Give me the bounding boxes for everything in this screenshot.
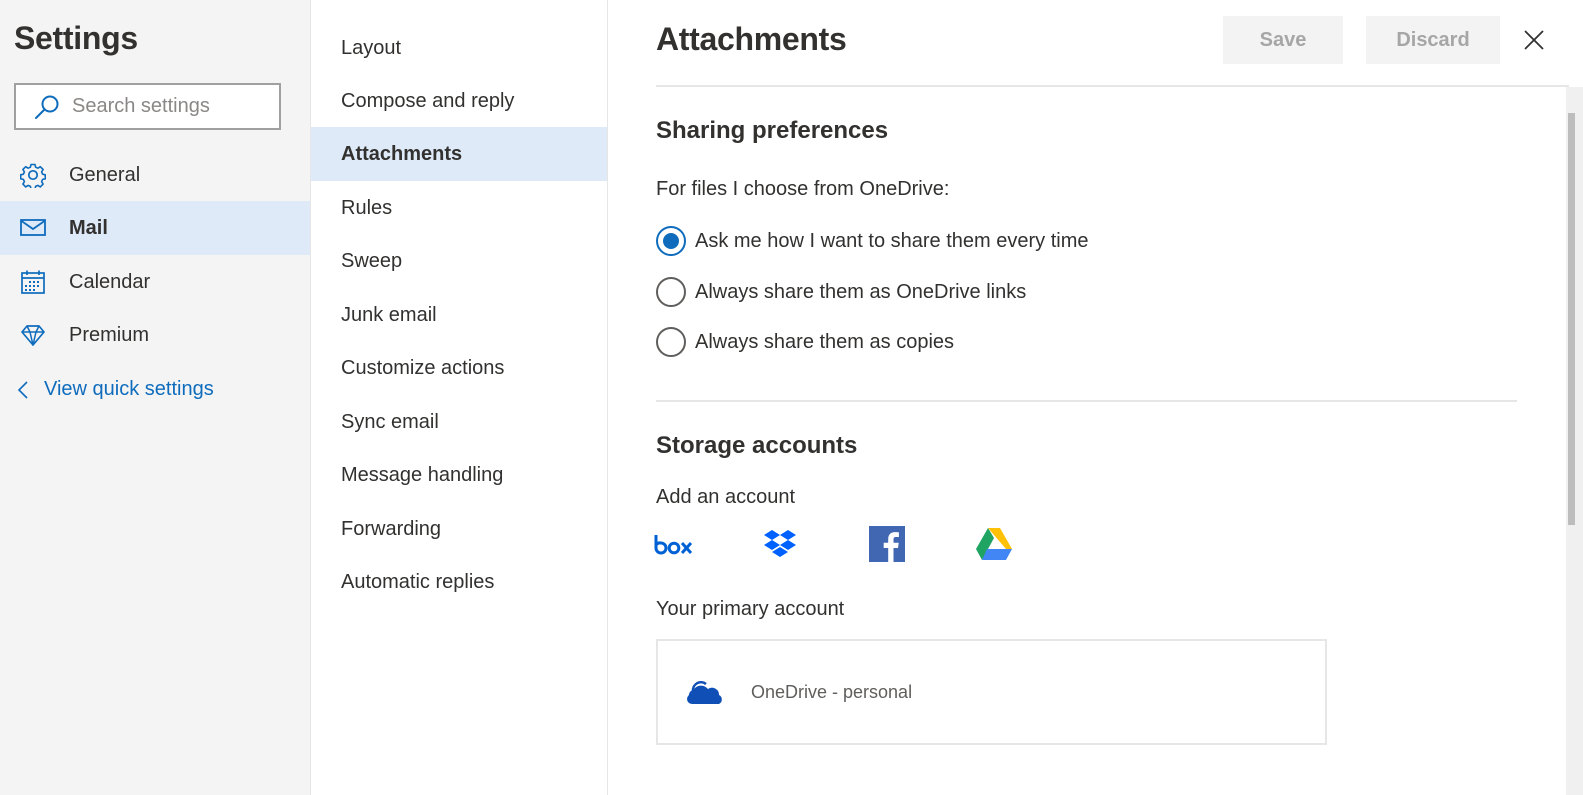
- category-general[interactable]: General: [0, 148, 310, 202]
- primary-account-label: Your primary account: [656, 598, 845, 620]
- diamond-icon: [20, 322, 46, 348]
- radio-share-as-copies[interactable]: Always share them as copies: [656, 327, 954, 357]
- box-icon[interactable]: [654, 524, 694, 564]
- subnav-layout[interactable]: Layout: [311, 21, 607, 75]
- radio-button[interactable]: [656, 226, 686, 256]
- header-divider: [656, 85, 1569, 87]
- sharing-preferences-heading: Sharing preferences: [656, 117, 889, 144]
- radio-label: Ask me how I want to share them every ti…: [695, 229, 1089, 252]
- radio-button[interactable]: [656, 327, 686, 357]
- chevron-left-icon: [17, 380, 28, 399]
- scrollbar-thumb[interactable]: [1568, 113, 1575, 525]
- primary-account-card[interactable]: OneDrive - personal: [656, 639, 1327, 745]
- view-quick-settings-link[interactable]: View quick settings: [16, 378, 214, 401]
- subnav-rules[interactable]: Rules: [311, 181, 607, 235]
- add-account-label: Add an account: [656, 486, 795, 508]
- primary-account-name: OneDrive - personal: [751, 681, 913, 702]
- subnav-message-handling[interactable]: Message handling: [311, 448, 607, 502]
- radio-share-as-links[interactable]: Always share them as OneDrive links: [656, 277, 1026, 307]
- subnav-attachments[interactable]: Attachments: [311, 127, 607, 181]
- onedrive-icon: [687, 681, 722, 704]
- mail-icon: [20, 215, 46, 241]
- facebook-icon[interactable]: [867, 524, 907, 564]
- subnav-compose-and-reply[interactable]: Compose and reply: [311, 74, 607, 128]
- subnav-customize-actions[interactable]: Customize actions: [311, 341, 607, 395]
- settings-sidebar: Settings General Mail: [0, 0, 311, 795]
- radio-label: Always share them as OneDrive links: [695, 280, 1027, 303]
- category-calendar[interactable]: Calendar: [0, 255, 310, 309]
- discard-button[interactable]: Discard: [1366, 16, 1500, 64]
- category-premium[interactable]: Premium: [0, 308, 310, 362]
- category-label: Calendar: [69, 270, 151, 293]
- save-button[interactable]: Save: [1223, 16, 1343, 64]
- attachments-panel: Attachments Save Discard Sharing prefere…: [608, 0, 1583, 795]
- mail-settings-nav: Layout Compose and reply Attachments Rul…: [311, 0, 608, 795]
- radio-button[interactable]: [656, 277, 686, 307]
- subnav-junk-email[interactable]: Junk email: [311, 288, 607, 342]
- category-label: Premium: [69, 323, 150, 346]
- dropbox-icon[interactable]: [760, 524, 800, 564]
- radio-ask-every-time[interactable]: Ask me how I want to share them every ti…: [656, 226, 1089, 256]
- sharing-prompt: For files I choose from OneDrive:: [656, 178, 950, 200]
- view-quick-settings-label: View quick settings: [44, 378, 214, 400]
- close-icon[interactable]: [1521, 27, 1547, 53]
- search-settings-input[interactable]: [72, 95, 262, 118]
- calendar-icon: [20, 269, 46, 295]
- page-title: Attachments: [656, 21, 847, 57]
- section-divider: [656, 400, 1517, 402]
- gear-icon: [20, 162, 46, 188]
- subnav-sync-email[interactable]: Sync email: [311, 395, 607, 449]
- search-settings-box[interactable]: [14, 83, 281, 130]
- category-label: General: [69, 163, 141, 186]
- category-label: Mail: [69, 216, 108, 239]
- settings-title: Settings: [14, 20, 138, 56]
- subnav-sweep[interactable]: Sweep: [311, 234, 607, 288]
- subnav-forwarding[interactable]: Forwarding: [311, 502, 607, 556]
- radio-label: Always share them as copies: [695, 330, 955, 353]
- google-drive-icon[interactable]: [974, 524, 1014, 564]
- subnav-automatic-replies[interactable]: Automatic replies: [311, 555, 607, 609]
- storage-accounts-heading: Storage accounts: [656, 432, 858, 459]
- category-mail[interactable]: Mail: [0, 201, 310, 255]
- search-icon: [35, 95, 59, 119]
